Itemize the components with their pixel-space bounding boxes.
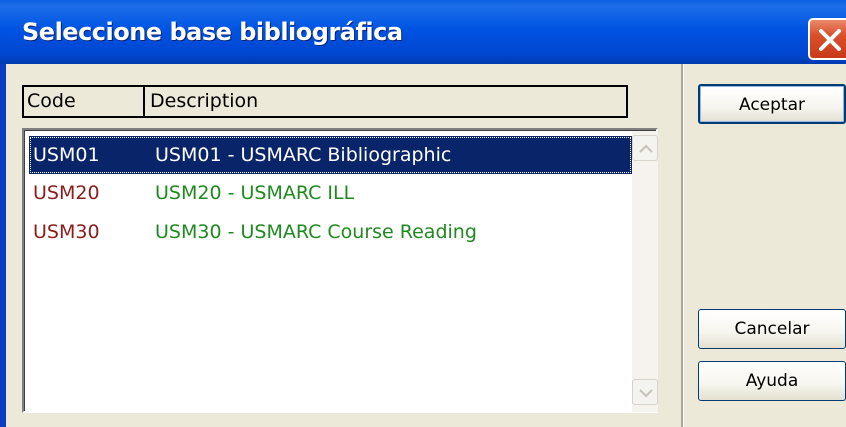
help-button[interactable]: Ayuda (698, 361, 846, 401)
help-button-label: Ayuda (745, 371, 799, 391)
row-code: USM01 (33, 144, 100, 166)
list-row-usm30[interactable]: USM30 USM30 - USMARC Course Reading (29, 213, 632, 251)
close-button[interactable] (808, 18, 846, 60)
list-row-usm20[interactable]: USM20 USM20 - USMARC ILL (29, 174, 632, 212)
window-left-border (0, 64, 6, 427)
accept-button-label: Aceptar (739, 95, 805, 115)
vertical-scrollbar[interactable] (632, 131, 658, 412)
row-code: USM30 (33, 221, 100, 243)
row-description: USM20 - USMARC ILL (155, 182, 355, 204)
list-header: Code Description (22, 85, 628, 118)
title-bar[interactable]: Seleccione base bibliográfica (0, 0, 846, 64)
listbox-content: USM01 USM01 - USMARC Bibliographic USM20… (24, 130, 658, 412)
vertical-divider (681, 64, 684, 427)
row-description: USM01 - USMARC Bibliographic (155, 144, 452, 166)
window-title: Seleccione base bibliográfica (22, 18, 403, 46)
scroll-down-button[interactable] (632, 379, 658, 405)
list-row-usm01[interactable]: USM01 USM01 - USMARC Bibliographic (29, 136, 632, 174)
close-icon (819, 29, 841, 51)
accept-button[interactable]: Aceptar (698, 84, 846, 124)
row-code: USM20 (33, 182, 100, 204)
scroll-down-arrow-icon (639, 389, 653, 398)
scroll-up-button[interactable] (632, 135, 658, 161)
database-listbox[interactable]: USM01 USM01 - USMARC Bibliographic USM20… (22, 128, 658, 413)
cancel-button-label: Cancelar (734, 319, 810, 339)
column-header-code[interactable]: Code (24, 87, 145, 116)
cancel-button[interactable]: Cancelar (698, 309, 846, 349)
column-header-description[interactable]: Description (145, 87, 626, 116)
scroll-up-arrow-icon (639, 144, 653, 153)
row-description: USM30 - USMARC Course Reading (155, 221, 477, 243)
